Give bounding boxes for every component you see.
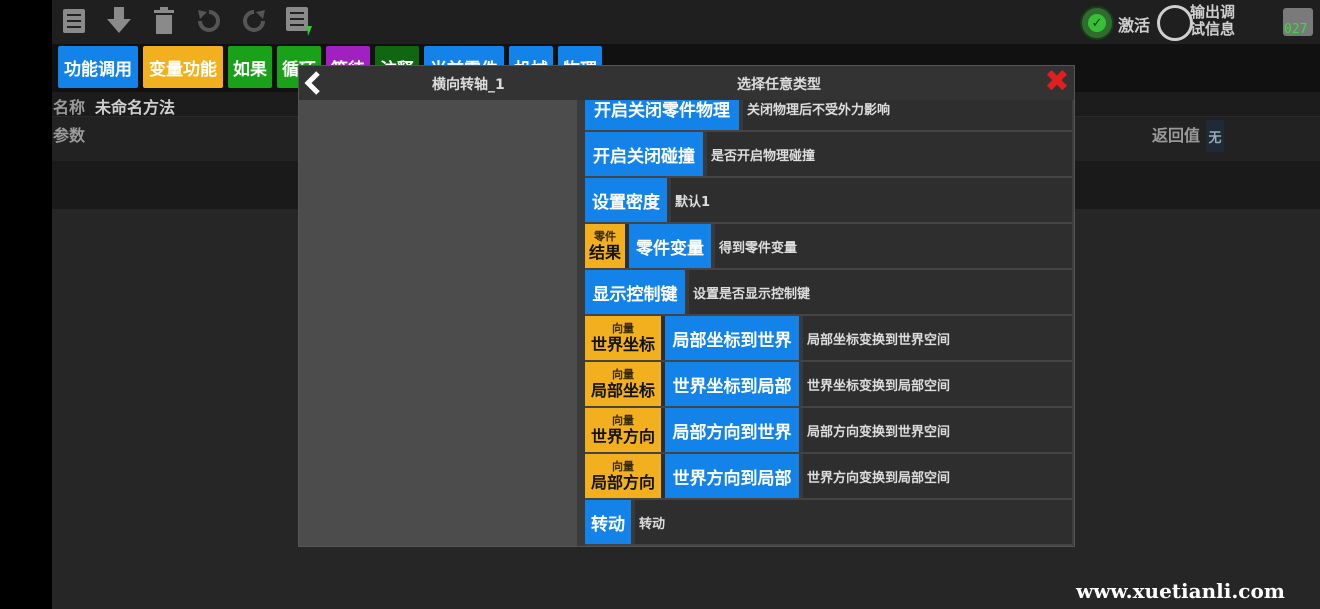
params-label: 参数: [53, 126, 86, 145]
block-name[interactable]: 局部坐标到世界: [665, 316, 799, 360]
dialog-left-pane: [299, 100, 577, 546]
list-item[interactable]: 开启关闭零件物理 关闭物理后不受外力影响: [585, 100, 1072, 132]
list-run-icon[interactable]: [284, 6, 314, 36]
return-type-badge: 零件 结果: [585, 224, 625, 268]
block-desc: 设置是否显示控制键: [693, 286, 811, 302]
block-desc: 世界方向变换到局部空间: [807, 470, 951, 486]
list-icon[interactable]: [59, 6, 89, 36]
block-name[interactable]: 开启关闭零件物理: [585, 100, 739, 130]
check-icon: ✓: [1088, 14, 1106, 32]
list-item[interactable]: 向量 世界方向 局部方向到世界 局部方向变换到世界空间: [585, 408, 1072, 454]
tab-variable-function[interactable]: 变量功能: [143, 46, 223, 88]
dialog-right-title: 选择任意类型: [737, 77, 821, 93]
list-item[interactable]: 设置密度 默认1: [585, 178, 1072, 224]
block-list[interactable]: 开启关闭零件物理 关闭物理后不受外力影响 开启关闭碰撞 是否开启物理碰撞 设置密…: [585, 100, 1072, 546]
return-value[interactable]: 无: [1206, 120, 1224, 152]
return-type-badge: 向量 局部方向: [585, 454, 661, 498]
back-icon[interactable]: [303, 70, 327, 96]
return-type-badge: 向量 世界方向: [585, 408, 661, 452]
method-name-field[interactable]: 未命名方法: [95, 94, 175, 118]
block-name[interactable]: 世界坐标到局部: [665, 362, 799, 406]
block-desc: 转动: [639, 516, 666, 532]
tab-if[interactable]: 如果: [228, 46, 272, 88]
list-item[interactable]: 开启关闭碰撞 是否开启物理碰撞: [585, 132, 1072, 178]
return-type-badge: 向量 世界坐标: [585, 316, 661, 360]
block-desc: 关闭物理后不受外力影响: [747, 102, 891, 118]
list-item[interactable]: 向量 局部坐标 世界坐标到局部 世界坐标变换到局部空间: [585, 362, 1072, 408]
block-name[interactable]: 转动: [585, 500, 631, 544]
trash-icon[interactable]: [149, 6, 179, 36]
type-select-dialog: 横向转轴_1 选择任意类型 ✖ 开启关闭零件物理 关闭物理后不受外力影响 开启关…: [298, 65, 1075, 547]
block-name[interactable]: 设置密度: [585, 178, 667, 222]
close-icon[interactable]: ✖: [1043, 67, 1071, 97]
debug-label: 输出调试信息: [1190, 3, 1236, 38]
redo-icon[interactable]: [239, 6, 269, 36]
name-label: 名称: [53, 98, 86, 117]
block-desc: 局部坐标变换到世界空间: [807, 332, 951, 348]
dialog-header: [299, 66, 1074, 100]
block-name[interactable]: 零件变量: [629, 224, 711, 268]
return-type-badge: 向量 局部坐标: [585, 362, 661, 406]
tab-function-call[interactable]: 功能调用: [58, 46, 138, 88]
watermark: www.xuetianli.com: [1076, 579, 1285, 603]
debug-toggle[interactable]: [1157, 5, 1193, 41]
block-desc: 得到零件变量: [719, 240, 798, 256]
activate-toggle[interactable]: ✓: [1080, 6, 1114, 40]
dialog-left-title: 横向转轴_1: [432, 77, 505, 93]
activate-label: 激活: [1118, 16, 1151, 35]
list-item[interactable]: 零件 结果 零件变量 得到零件变量: [585, 224, 1072, 270]
block-name[interactable]: 显示控制键: [585, 270, 685, 314]
dialog-divider: [577, 100, 585, 546]
block-name[interactable]: 局部方向到世界: [665, 408, 799, 452]
list-item[interactable]: 显示控制键 设置是否显示控制键: [585, 270, 1072, 316]
block-desc: 世界坐标变换到局部空间: [807, 378, 951, 394]
undo-icon[interactable]: [194, 6, 224, 36]
block-desc: 默认1: [675, 194, 711, 210]
download-icon[interactable]: [104, 6, 134, 36]
frame-counter: 027: [1284, 22, 1308, 37]
block-desc: 局部方向变换到世界空间: [807, 424, 951, 440]
list-item[interactable]: 向量 世界坐标 局部坐标到世界 局部坐标变换到世界空间: [585, 316, 1072, 362]
block-name[interactable]: 开启关闭碰撞: [585, 132, 703, 176]
block-desc: 是否开启物理碰撞: [711, 148, 816, 164]
list-item[interactable]: 转动 转动: [585, 500, 1072, 546]
return-label: 返回值: [1152, 126, 1201, 145]
block-name[interactable]: 世界方向到局部: [665, 454, 799, 498]
list-item[interactable]: 向量 局部方向 世界方向到局部 世界方向变换到局部空间: [585, 454, 1072, 500]
